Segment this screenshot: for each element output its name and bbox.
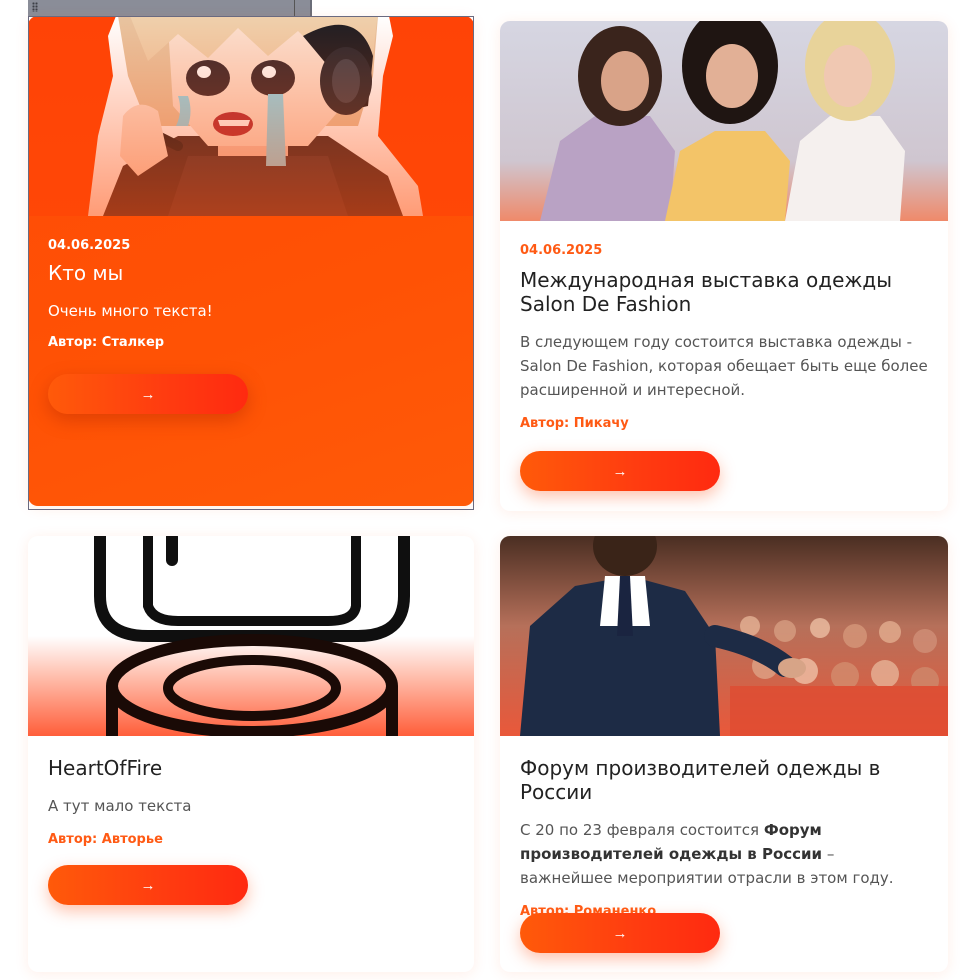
toolbar-divider [294, 0, 295, 16]
card-image-toilet [28, 536, 474, 736]
card-title: HeartOfFire [48, 756, 163, 780]
card-image-anime [28, 16, 474, 216]
anime-character-image [28, 16, 474, 216]
read-more-button[interactable]: → [520, 913, 720, 953]
arrow-right-icon: → [612, 462, 628, 480]
news-card-2[interactable]: 04.06.2025 Международная выставка одежды… [500, 21, 948, 511]
read-more-button[interactable]: → [520, 451, 720, 491]
card-date: 04.06.2025 [48, 238, 131, 253]
news-card-3[interactable]: HeartOfFire А тут мало текста Автор: Авт… [28, 536, 474, 972]
read-more-button[interactable]: → [48, 865, 248, 905]
news-card-1[interactable]: 04.06.2025 Кто мы Очень много текста! Ав… [28, 16, 474, 506]
card-text: В следующем году состоится выставка одеж… [520, 333, 928, 399]
card-author: Автор: Сталкер [48, 335, 165, 350]
conference-speaker-image [500, 536, 948, 736]
card-date: 04.06.2025 [520, 243, 603, 258]
card-text: А тут мало текста [48, 797, 192, 815]
card-image-models [500, 21, 948, 221]
card-image-conference [500, 536, 948, 736]
card-text-before: С 20 по 23 февраля состоится [520, 821, 764, 839]
card-title: Форум производителей одежды в России [520, 756, 881, 804]
card-title: Кто мы [48, 261, 124, 285]
arrow-right-icon: → [140, 876, 156, 894]
editor-toolbar[interactable] [28, 0, 312, 16]
toilet-drawing-image [28, 536, 474, 736]
arrow-right-icon: → [612, 924, 628, 942]
card-title: Международная выставка одежды Salon De F… [520, 268, 893, 316]
news-card-4[interactable]: Форум производителей одежды в России С 2… [500, 536, 948, 972]
read-more-button[interactable]: → [48, 374, 248, 414]
card-text: С 20 по 23 февраля состоится Форум произ… [520, 818, 928, 890]
fashion-models-image [500, 21, 948, 221]
card-author: Автор: Пикачу [520, 416, 629, 431]
drag-handle-icon[interactable] [32, 2, 38, 12]
card-text: Очень много текста! [48, 302, 213, 320]
card-author: Автор: Авторье [48, 832, 163, 847]
arrow-right-icon: → [140, 385, 156, 403]
